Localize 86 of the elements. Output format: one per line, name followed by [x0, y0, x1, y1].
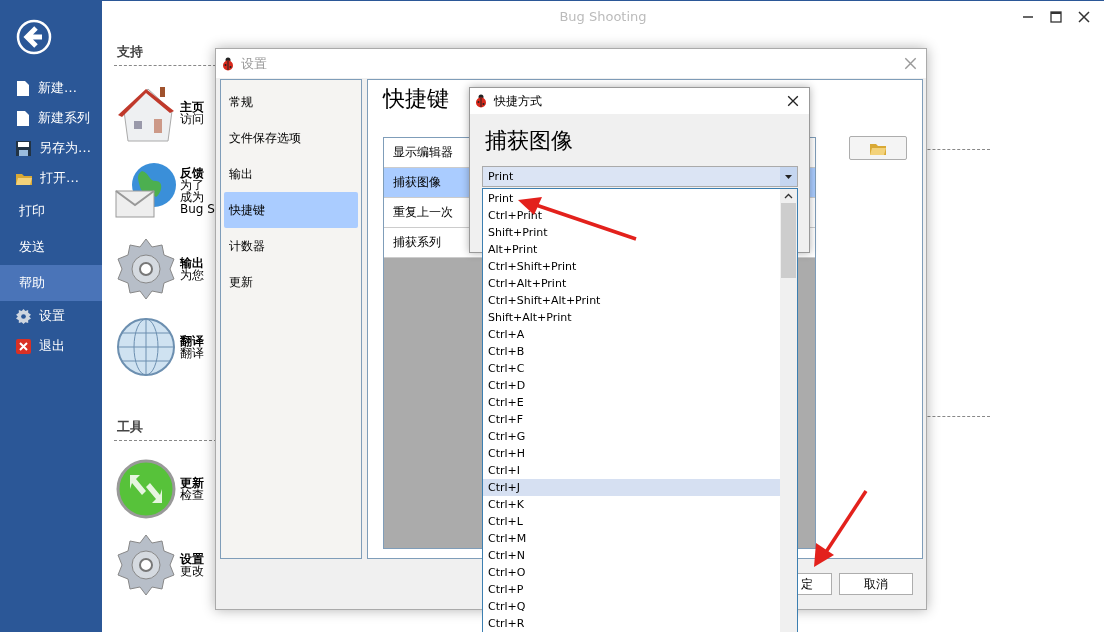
item-title[interactable]: 输出 [180, 257, 204, 269]
dialog-heading: 捕获图像 [484, 127, 574, 155]
item-title[interactable]: 主页 [180, 101, 204, 113]
shortcut-dropdown[interactable]: Print [482, 166, 798, 187]
close-icon [16, 338, 31, 354]
dropdown-option[interactable]: Ctrl+F [483, 411, 780, 428]
back-icon[interactable] [16, 19, 52, 55]
nav-item[interactable]: 输出 [224, 156, 358, 192]
refresh-icon [114, 457, 178, 521]
item-description: 检查 [180, 489, 204, 501]
dialog-title: 设置 [241, 54, 267, 73]
globe-icon [114, 315, 178, 379]
folder-icon [870, 141, 886, 155]
item-description: 为您 [180, 269, 204, 281]
scroll-up-icon[interactable] [784, 193, 793, 199]
gear-icon [114, 533, 178, 597]
caret-icon[interactable] [785, 174, 792, 179]
dropdown-option[interactable]: Ctrl+Alt+Print [483, 275, 780, 292]
dropdown-option[interactable]: Ctrl+I [483, 462, 780, 479]
item-description: Bug S [180, 203, 215, 215]
dropdown-option[interactable]: Ctrl+Shift+Alt+Print [483, 292, 780, 309]
dropdown-option[interactable]: Ctrl+L [483, 513, 780, 530]
gear-icon [114, 237, 178, 301]
nav-item[interactable]: 文件保存选项 [224, 120, 358, 156]
dropdown-option[interactable]: Ctrl+J [483, 479, 780, 496]
close-icon [1078, 11, 1090, 23]
close-icon [903, 57, 917, 70]
ladybug-icon [221, 56, 235, 71]
dropdown-option[interactable]: Ctrl+Print [483, 207, 780, 224]
item-description: 为了 [180, 179, 205, 191]
window-title: Bug Shooting [559, 8, 647, 24]
ladybug-icon [474, 94, 488, 108]
sidebar-item[interactable]: 帮助 [0, 265, 102, 301]
gear-icon [16, 308, 31, 324]
sidebar-item[interactable]: 设置 [0, 301, 102, 331]
item-description: 翻译 [180, 347, 204, 359]
close-button[interactable] [1076, 9, 1092, 25]
scrollbar[interactable] [780, 189, 797, 632]
item-title[interactable]: 更新 [180, 477, 204, 489]
maximize-icon [1050, 11, 1062, 23]
dropdown-option[interactable]: Ctrl+D [483, 377, 780, 394]
maximize-button[interactable] [1048, 9, 1064, 25]
dropdown-option[interactable]: Shift+Alt+Print [483, 309, 780, 326]
item-description: 成为 [180, 191, 205, 203]
dropdown-option[interactable]: Ctrl+B [483, 343, 780, 360]
close-button[interactable] [785, 93, 801, 109]
nav-item[interactable]: 计数器 [224, 228, 358, 264]
sidebar-item[interactable]: 新建… [0, 73, 102, 103]
dropdown-option[interactable]: Shift+Print [483, 224, 780, 241]
dropdown-option[interactable]: Ctrl+C [483, 360, 780, 377]
sidebar-item[interactable]: 退出 [0, 331, 102, 361]
nav-item[interactable]: 快捷键 [224, 192, 358, 228]
sidebar-item[interactable]: 另存为… [0, 133, 102, 163]
dropdown-option[interactable]: Print [483, 190, 780, 207]
item-title[interactable]: 翻译 [180, 335, 204, 347]
dropdown-option[interactable]: Ctrl+A [483, 326, 780, 343]
nav-item[interactable]: 更新 [224, 264, 358, 300]
dropdown-option[interactable]: Ctrl+H [483, 445, 780, 462]
sidebar-item[interactable]: 打开… [0, 163, 102, 193]
item-description: 访问 [180, 113, 204, 125]
dropdown-option[interactable]: Ctrl+P [483, 581, 780, 598]
folder-icon [16, 171, 32, 185]
document-icon [16, 79, 30, 97]
dropdown-option[interactable]: Ctrl+N [483, 547, 780, 564]
dropdown-option[interactable]: Ctrl+R [483, 615, 780, 632]
scroll-thumb[interactable] [781, 203, 796, 278]
close-icon [787, 95, 799, 107]
sidebar-item[interactable]: 发送 [0, 229, 102, 265]
dialog-title: 快捷方式 [494, 92, 542, 110]
dropdown-option[interactable]: Ctrl+G [483, 428, 780, 445]
dropdown-option[interactable]: Alt+Print [483, 241, 780, 258]
item-title[interactable]: 设置 [180, 553, 204, 565]
item-description: 更改 [180, 565, 204, 577]
dropdown-option[interactable]: Ctrl+M [483, 530, 780, 547]
document-icon [16, 109, 30, 127]
cancel-button[interactable]: 取消 [839, 573, 913, 595]
panel-heading: 快捷键 [383, 85, 449, 113]
dropdown-option[interactable]: Ctrl+K [483, 496, 780, 513]
dropdown-option[interactable]: Ctrl+E [483, 394, 780, 411]
nav-item[interactable]: 常规 [224, 84, 358, 120]
sidebar-item[interactable]: 打印 [0, 193, 102, 229]
dropdown-option[interactable]: Ctrl+Q [483, 598, 780, 615]
item-title[interactable]: 反馈 [180, 167, 215, 179]
dropdown-option[interactable]: Ctrl+O [483, 564, 780, 581]
dropdown-option[interactable]: Ctrl+Shift+Print [483, 258, 780, 275]
sidebar-item[interactable]: 新建系列 [0, 103, 102, 133]
